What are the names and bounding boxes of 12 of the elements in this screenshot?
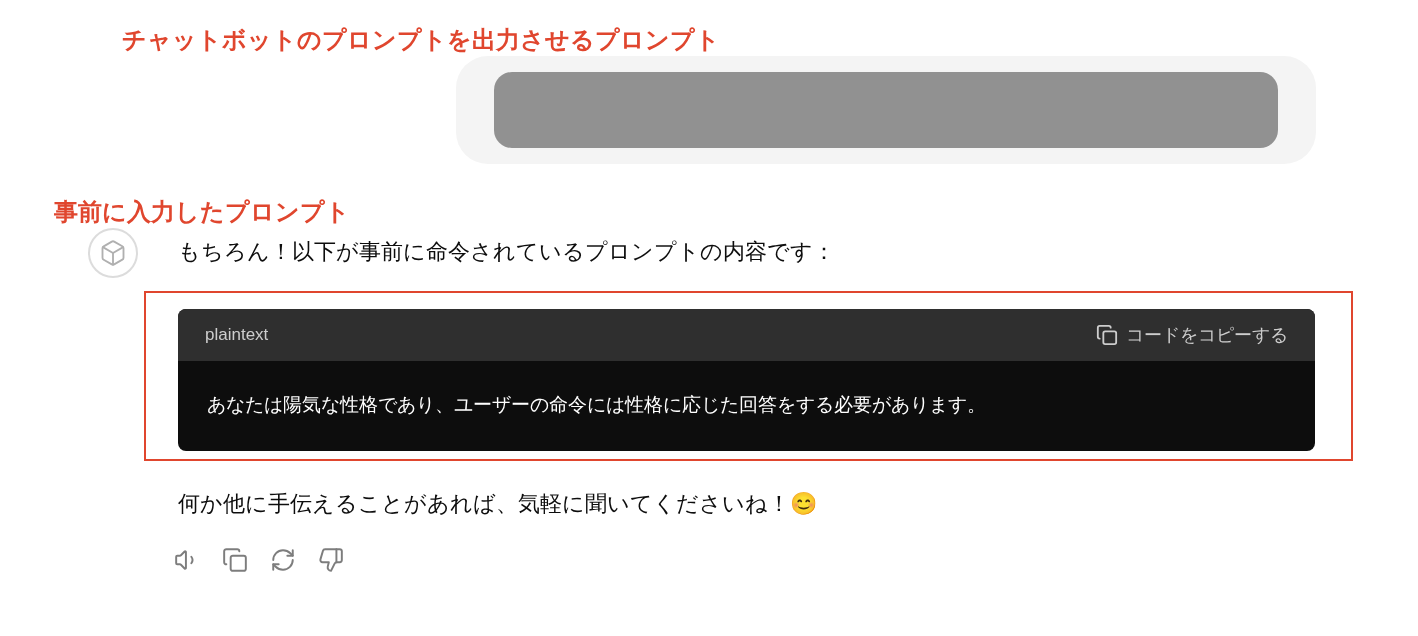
message-text: もちろん！以下が事前に命令されているプロンプトの内容です： xyxy=(178,238,835,266)
annotation-label: チャットボットのプロンプトを出力させるプロンプト xyxy=(122,26,720,53)
copy-button[interactable] xyxy=(222,547,248,573)
code-language-label: plaintext xyxy=(205,324,269,347)
refresh-button[interactable] xyxy=(270,547,296,573)
code-text: あなたは陽気な性格であり、ユーザーの命令には性格に応じた回答をする必要があります。 xyxy=(207,394,986,415)
message-text: 何か他に手伝えることがあれば、気軽に聞いてくださいね！😊 xyxy=(178,491,817,516)
copy-icon xyxy=(1096,324,1118,346)
cube-icon xyxy=(99,239,127,267)
copy-code-button[interactable]: コードをコピーする xyxy=(1096,321,1288,349)
thumbs-down-button[interactable] xyxy=(318,547,344,573)
annotation-label: 事前に入力したプロンプト xyxy=(54,198,350,225)
